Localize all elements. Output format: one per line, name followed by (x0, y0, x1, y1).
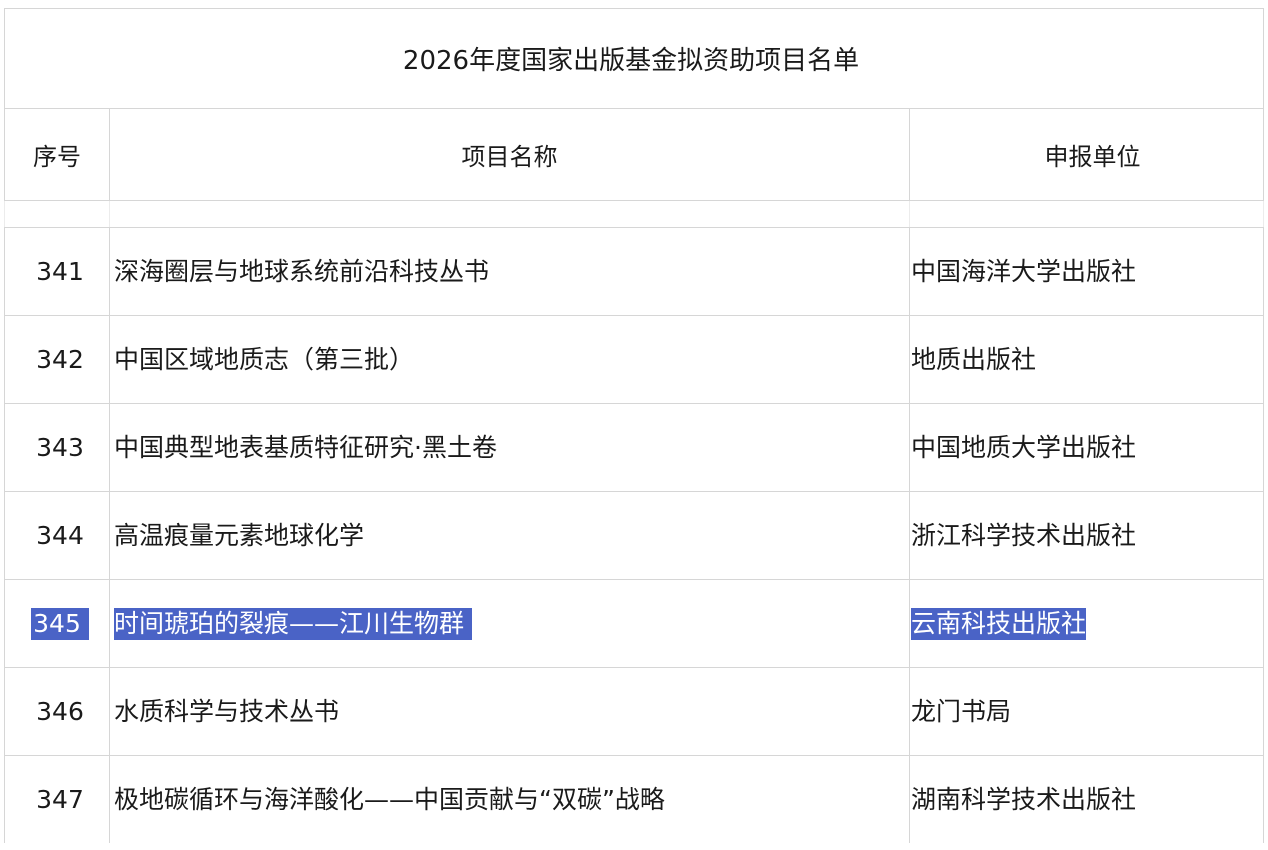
publisher-text: 中国海洋大学出版社 (911, 256, 1137, 286)
table-title: 2026年度国家出版基金拟资助项目名单 (4, 8, 1264, 109)
cell-index[interactable]: 343 (5, 404, 109, 491)
project-text: 水质科学与技术丛书 (114, 696, 340, 726)
cell-publisher[interactable]: 浙江科学技术出版社 (909, 492, 1265, 579)
publisher-text: 浙江科学技术出版社 (911, 520, 1137, 550)
header-index: 序号 (5, 109, 109, 200)
table-row[interactable]: 344 高温痕量元素地球化学 浙江科学技术出版社 (4, 491, 1264, 579)
cell-index[interactable]: 346 (5, 668, 109, 755)
project-text: 极地碳循环与海洋酸化——中国贡献与“双碳”战略 (114, 784, 665, 814)
publisher-text: 地质出版社 (911, 344, 1037, 374)
table-row-selected[interactable]: 345 时间琥珀的裂痕——江川生物群 云南科技出版社 (4, 579, 1264, 667)
index-text: 342 (36, 344, 84, 374)
project-text: 中国典型地表基质特征研究·黑土卷 (114, 432, 497, 462)
cell-project[interactable]: 极地碳循环与海洋酸化——中国贡献与“双碳”战略 (109, 756, 909, 843)
table-row[interactable]: 342 中国区域地质志（第三批） 地质出版社 (4, 315, 1264, 403)
cell-project[interactable]: 高温痕量元素地球化学 (109, 492, 909, 579)
cell-index[interactable]: 345 (5, 580, 109, 667)
table-row[interactable]: 343 中国典型地表基质特征研究·黑土卷 中国地质大学出版社 (4, 403, 1264, 491)
header-index-label: 序号 (33, 143, 81, 171)
project-text: 时间琥珀的裂痕——江川生物群 (114, 607, 473, 640)
cell-publisher[interactable]: 湖南科学技术出版社 (909, 756, 1265, 843)
cell-publisher[interactable]: 地质出版社 (909, 316, 1265, 403)
table-header-row: 序号 项目名称 申报单位 (4, 109, 1264, 201)
table-row[interactable]: 346 水质科学与技术丛书 龙门书局 (4, 667, 1264, 755)
project-text: 高温痕量元素地球化学 (114, 520, 365, 550)
cell-project[interactable]: 水质科学与技术丛书 (109, 668, 909, 755)
publisher-text: 龙门书局 (911, 696, 1012, 726)
publisher-text: 云南科技出版社 (911, 607, 1087, 640)
cell-project[interactable]: 深海圈层与地球系统前沿科技丛书 (109, 228, 909, 315)
cell-project[interactable]: 中国典型地表基质特征研究·黑土卷 (109, 404, 909, 491)
header-project: 项目名称 (109, 109, 909, 200)
table-body: 341 深海圈层与地球系统前沿科技丛书 中国海洋大学出版社 342 中国区域地质… (4, 227, 1264, 843)
index-text: 343 (36, 432, 84, 462)
publisher-text: 湖南科学技术出版社 (911, 784, 1137, 814)
gap-divider (109, 201, 110, 227)
index-text: 347 (36, 784, 84, 814)
cell-publisher[interactable]: 中国海洋大学出版社 (909, 228, 1265, 315)
header-publisher: 申报单位 (909, 109, 1265, 200)
truncated-rows-gap (4, 201, 1264, 227)
cell-index[interactable]: 342 (5, 316, 109, 403)
index-text: 344 (36, 520, 84, 550)
cell-index[interactable]: 341 (5, 228, 109, 315)
cell-project[interactable]: 时间琥珀的裂痕——江川生物群 (109, 580, 909, 667)
cell-publisher[interactable]: 云南科技出版社 (909, 580, 1265, 667)
header-publisher-label: 申报单位 (1044, 143, 1141, 171)
project-text: 中国区域地质志（第三批） (114, 344, 415, 374)
gap-divider (909, 201, 910, 227)
index-text: 341 (36, 256, 84, 286)
index-text: 346 (36, 696, 84, 726)
table-row[interactable]: 341 深海圈层与地球系统前沿科技丛书 中国海洋大学出版社 (4, 227, 1264, 315)
cell-publisher[interactable]: 龙门书局 (909, 668, 1265, 755)
cell-project[interactable]: 中国区域地质志（第三批） (109, 316, 909, 403)
cell-publisher[interactable]: 中国地质大学出版社 (909, 404, 1265, 491)
publisher-text: 中国地质大学出版社 (911, 432, 1137, 462)
cell-index[interactable]: 347 (5, 756, 109, 843)
header-project-label: 项目名称 (461, 143, 558, 171)
cell-index[interactable]: 344 (5, 492, 109, 579)
index-text: 345 (31, 607, 89, 640)
project-text: 深海圈层与地球系统前沿科技丛书 (114, 256, 490, 286)
table-row[interactable]: 347 极地碳循环与海洋酸化——中国贡献与“双碳”战略 湖南科学技术出版社 (4, 755, 1264, 843)
